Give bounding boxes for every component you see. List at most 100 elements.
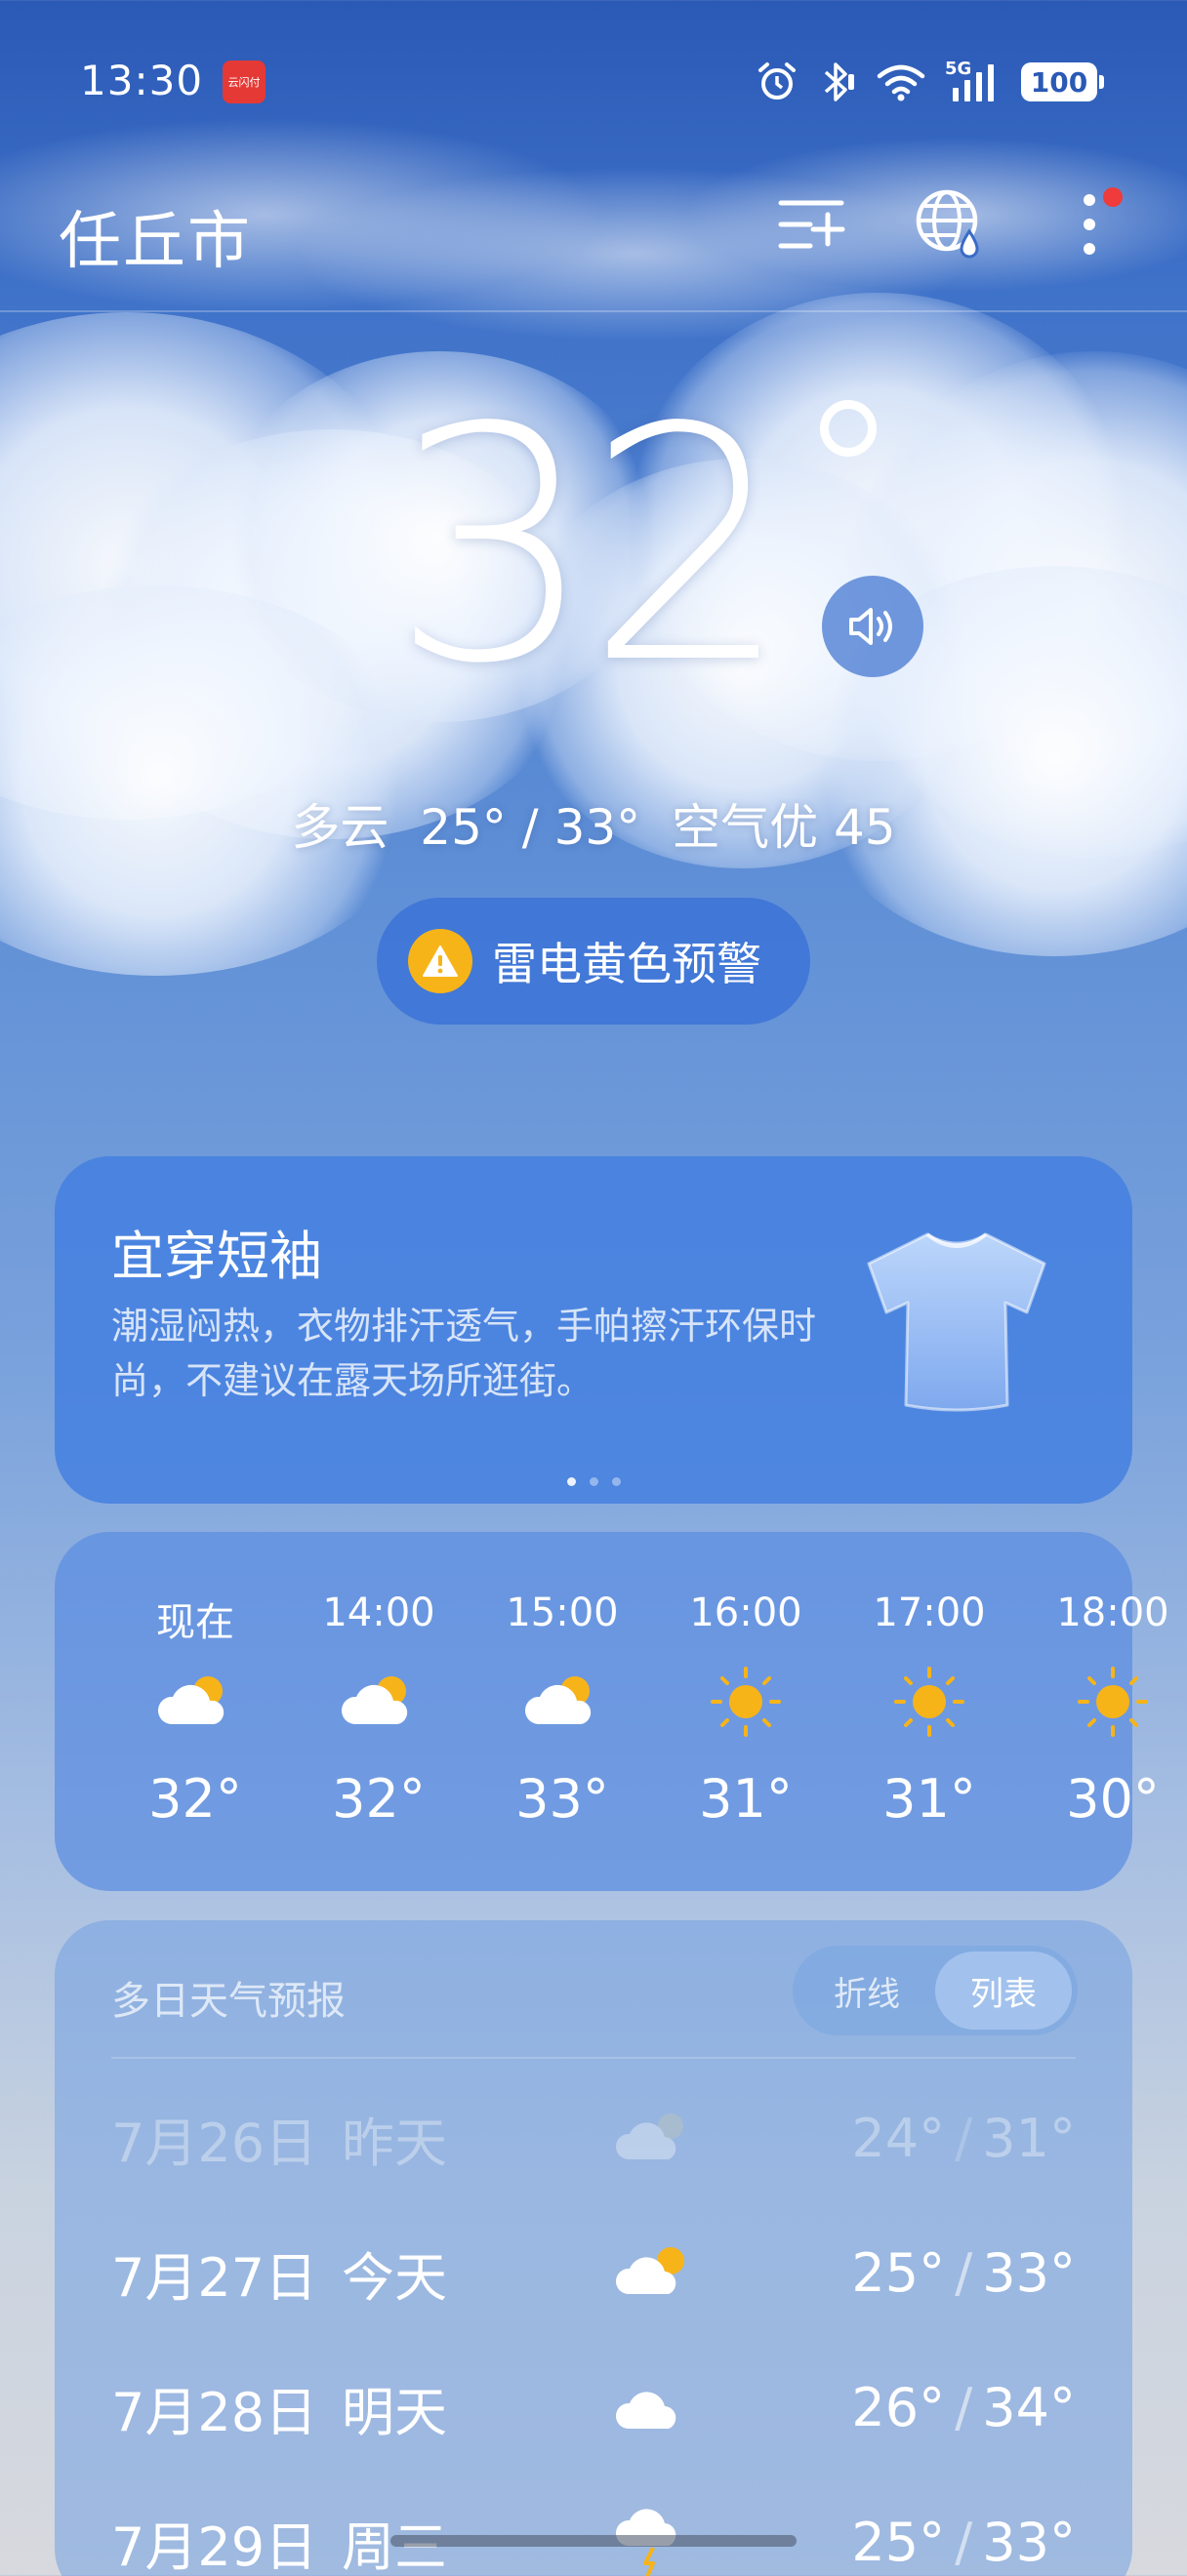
day-temp-range: 26°/34°	[713, 2377, 1076, 2438]
day-low: 25°	[851, 2511, 946, 2573]
daily-divider	[111, 2057, 1076, 2059]
globe-weather-button[interactable]	[912, 185, 990, 263]
hour-temp: 33°	[515, 1768, 609, 1830]
status-bar: 13:30 云闪付 5G 100	[0, 0, 1187, 166]
speaker-icon	[849, 608, 892, 645]
air-quality[interactable]: 空气优 45	[672, 799, 896, 856]
carousel-dot	[611, 1477, 621, 1486]
alert-text: 雷电黄色预警	[492, 938, 761, 990]
hour-label: 18:00	[1056, 1590, 1169, 1635]
view-toggle: 折线 列表	[793, 1946, 1078, 2035]
hour-item: 18:00 30°	[1021, 1590, 1187, 1830]
day-date: 7月29日	[111, 2516, 318, 2576]
tip-description: 潮湿闷热，衣物排汗透气，手帕擦汗环保时尚，不建议在露天场所逛街。	[111, 1305, 817, 1402]
hour-temp: 31°	[882, 1768, 976, 1830]
day-temp-range: 25°/33°	[713, 2242, 1076, 2304]
sunny-icon	[893, 1663, 965, 1741]
toggle-list[interactable]: 列表	[935, 1952, 1072, 2030]
hour-item: 17:00 31°	[838, 1590, 1021, 1830]
cloudy-icon	[595, 2107, 713, 2169]
status-icons: 5G 100	[756, 57, 1104, 107]
hour-temp: 31°	[699, 1768, 793, 1830]
day-low: 24°	[851, 2107, 946, 2169]
temp-separator: /	[955, 2511, 973, 2573]
aqi-label: 空气优	[672, 799, 819, 856]
hour-label: 14:00	[322, 1590, 435, 1635]
app-notification-icon-text: 云闪付	[227, 75, 261, 89]
temp-separator: /	[955, 2376, 973, 2438]
partly-cloudy-icon	[151, 1663, 239, 1741]
partly-cloudy-icon	[335, 1663, 423, 1741]
hour-label: 17:00	[873, 1590, 986, 1635]
day-date: 7月28日	[111, 2381, 318, 2443]
partly-cloudy-icon	[595, 2241, 713, 2304]
hourly-forecast-card[interactable]: 现在 32° 14:00 32° 15:00 33° 16:00 31° 17:…	[55, 1532, 1169, 1891]
voice-broadcast-button[interactable]	[822, 576, 923, 677]
hour-temp: 32°	[148, 1768, 242, 1830]
today-high: 33°	[553, 799, 641, 856]
more-vertical-icon	[1084, 194, 1095, 255]
toggle-line-chart[interactable]: 折线	[798, 1952, 935, 2030]
home-indicator[interactable]	[390, 2535, 797, 2547]
hour-item: 14:00 32°	[287, 1590, 471, 1830]
day-row[interactable]: 7月29日 周三 25°/33°	[111, 2488, 1076, 2576]
weather-alert-pill[interactable]: 雷电黄色预警	[377, 898, 810, 1025]
daily-forecast-card[interactable]: 多日天气预报 折线 列表 7月26日 昨天 24°/31° 7月27日 今天 2…	[55, 1920, 1132, 2576]
range-separator: /	[521, 799, 539, 856]
condition-text: 多云	[291, 799, 389, 856]
header-actions	[773, 185, 1128, 263]
tip-title: 宜穿短袖	[111, 1226, 322, 1287]
hour-item: 16:00 31°	[654, 1590, 838, 1830]
temp-range: 25° / 33°	[420, 799, 640, 856]
sunny-icon	[1077, 1663, 1149, 1741]
hour-label: 15:00	[506, 1590, 619, 1635]
day-name: 明天	[342, 2381, 447, 2443]
globe-weather-icon	[916, 189, 979, 259]
carousel-dot	[589, 1477, 598, 1486]
hourly-list: 现在 32° 14:00 32° 15:00 33° 16:00 31° 17:…	[103, 1590, 1187, 1830]
hour-item: 现在 32°	[103, 1590, 287, 1830]
temp-separator: /	[955, 2241, 973, 2304]
temp-separator: /	[955, 2107, 973, 2169]
day-row[interactable]: 7月27日 今天 25°/33°	[111, 2219, 1076, 2326]
hour-label: 16:00	[689, 1590, 802, 1635]
more-options-button[interactable]	[1050, 185, 1128, 263]
day-date: 7月26日	[111, 2112, 318, 2174]
carousel-dot	[566, 1477, 576, 1486]
header-divider	[0, 310, 1187, 312]
battery-indicator: 100	[1021, 62, 1104, 101]
day-name: 今天	[342, 2246, 447, 2309]
day-name: 昨天	[342, 2112, 447, 2174]
carousel-dots	[55, 1477, 1132, 1486]
day-low: 26°	[851, 2376, 946, 2438]
add-city-list-icon	[778, 200, 845, 249]
daily-forecast-title: 多日天气预报	[111, 1979, 346, 2024]
notification-dot	[1103, 187, 1123, 207]
day-row[interactable]: 7月28日 明天 26°/34°	[111, 2354, 1076, 2461]
day-date: 7月27日	[111, 2246, 318, 2309]
status-time: 13:30	[80, 57, 204, 104]
degree-symbol-icon	[820, 400, 877, 457]
alarm-icon	[758, 62, 796, 100]
wifi-icon	[877, 64, 925, 101]
cellular-signal-icon: 5G	[945, 59, 1002, 103]
today-low: 25°	[420, 799, 507, 856]
day-high: 34°	[982, 2376, 1076, 2438]
day-row[interactable]: 7月26日 昨天 24°/31°	[111, 2084, 1076, 2192]
cloudy-icon	[595, 2376, 713, 2438]
app-notification-icon: 云闪付	[223, 60, 266, 103]
day-high: 31°	[982, 2107, 1076, 2169]
hour-item: 15:00 33°	[471, 1590, 654, 1830]
add-city-list-button[interactable]	[773, 185, 851, 263]
aqi-value: 45	[834, 799, 896, 856]
bluetooth-icon	[824, 62, 854, 101]
day-high: 33°	[982, 2511, 1076, 2573]
current-temperature: 32	[390, 359, 791, 734]
clothing-tip-card[interactable]: 宜穿短袖 潮湿闷热，衣物排汗透气，手帕擦汗环保时尚，不建议在露天场所逛街。	[55, 1156, 1132, 1504]
hour-temp: 30°	[1066, 1768, 1160, 1830]
city-title: 任丘市	[59, 206, 252, 278]
tshirt-icon	[867, 1232, 1046, 1412]
hour-label: 现在	[156, 1600, 234, 1645]
weather-summary: 多云 25° / 33° 空气优 45	[0, 788, 1187, 859]
hour-temp: 32°	[332, 1768, 426, 1830]
